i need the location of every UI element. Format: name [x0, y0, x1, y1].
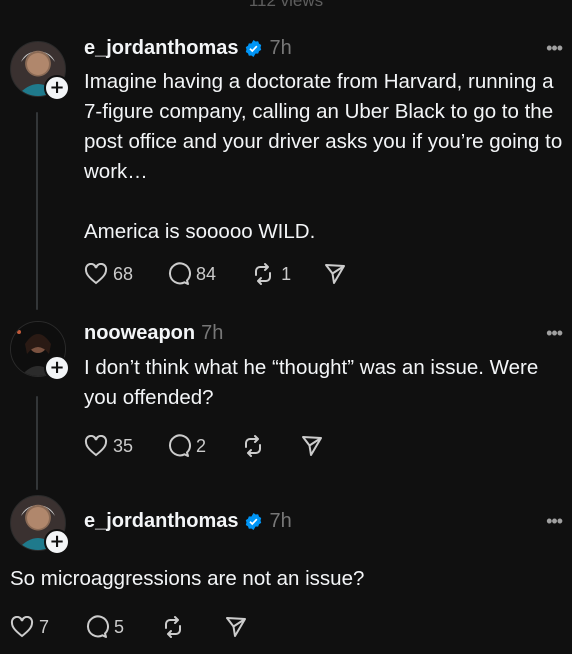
send-icon — [302, 436, 323, 456]
username[interactable]: nooweapon — [84, 322, 195, 345]
send-icon — [226, 617, 247, 637]
heart-icon — [84, 435, 108, 457]
username[interactable]: e_jordanthomas — [84, 37, 238, 60]
avatar-wrap[interactable]: + — [10, 495, 70, 555]
thread-post-2: + nooweapon 7h ••• I don’t think what he… — [0, 310, 572, 490]
heart-icon — [10, 616, 34, 638]
avatar-wrap[interactable]: + — [10, 321, 70, 381]
post-actions: 7 5 — [10, 615, 248, 639]
like-count: 68 — [113, 263, 134, 284]
like-count: 7 — [39, 616, 50, 637]
post-header: e_jordanthomas 7h — [84, 37, 292, 60]
comment-button[interactable]: 2 — [167, 434, 206, 458]
more-icon[interactable]: ••• — [546, 511, 563, 532]
like-button[interactable]: 7 — [10, 616, 49, 638]
repost-count: 1 — [281, 263, 292, 284]
thread-post-1: + e_jordanthomas 7h ••• Imagine having a… — [0, 0, 572, 310]
like-button[interactable]: 35 — [84, 435, 133, 457]
follow-plus-icon[interactable]: + — [44, 75, 70, 101]
more-icon[interactable]: ••• — [546, 323, 563, 344]
post-text: I don’t think what he “thought” was an i… — [84, 356, 539, 409]
send-icon — [325, 264, 346, 284]
share-button[interactable] — [323, 262, 347, 286]
repost-button[interactable]: 1 — [250, 262, 291, 286]
comment-button[interactable]: 84 — [167, 262, 216, 286]
post-header: nooweapon 7h — [84, 322, 223, 345]
post-actions: 35 2 — [84, 434, 324, 458]
repost-icon — [245, 435, 262, 457]
comment-bubble-icon — [87, 615, 109, 638]
follow-plus-icon[interactable]: + — [44, 355, 70, 381]
timestamp: 7h — [201, 322, 224, 344]
comment-bubble-icon — [169, 434, 192, 457]
comment-bubble-icon — [169, 262, 192, 285]
like-count: 35 — [113, 435, 134, 456]
heart-icon — [84, 263, 108, 285]
repost-button[interactable] — [240, 434, 266, 458]
comment-button[interactable]: 5 — [85, 615, 124, 639]
post-actions: 68 84 1 — [84, 262, 347, 286]
share-button[interactable] — [300, 434, 324, 458]
thread-line — [36, 112, 38, 310]
more-icon[interactable]: ••• — [546, 38, 563, 59]
thread-line — [36, 396, 38, 490]
repost-icon — [165, 616, 182, 638]
repost-button[interactable] — [160, 615, 186, 639]
comment-count: 5 — [114, 616, 125, 637]
follow-plus-icon[interactable]: + — [44, 529, 70, 555]
repost-icon — [255, 263, 272, 285]
username[interactable]: e_jordanthomas — [84, 510, 238, 533]
verified-badge-icon — [246, 39, 262, 58]
thread-post-3: + e_jordanthomas 7h ••• So microaggressi… — [0, 490, 572, 654]
post-text: So microaggressions are not an issue? — [10, 567, 365, 590]
comment-count: 84 — [196, 263, 217, 284]
verified-badge-icon — [246, 512, 262, 531]
timestamp: 7h — [269, 37, 292, 59]
avatar-wrap[interactable]: + — [10, 41, 70, 101]
post-header: e_jordanthomas 7h — [84, 510, 292, 533]
timestamp: 7h — [269, 510, 292, 532]
like-button[interactable]: 68 — [84, 263, 133, 285]
post-text: Imagine having a doctorate from Harvard,… — [84, 70, 563, 243]
share-button[interactable] — [224, 615, 248, 639]
comment-count: 2 — [196, 435, 207, 456]
